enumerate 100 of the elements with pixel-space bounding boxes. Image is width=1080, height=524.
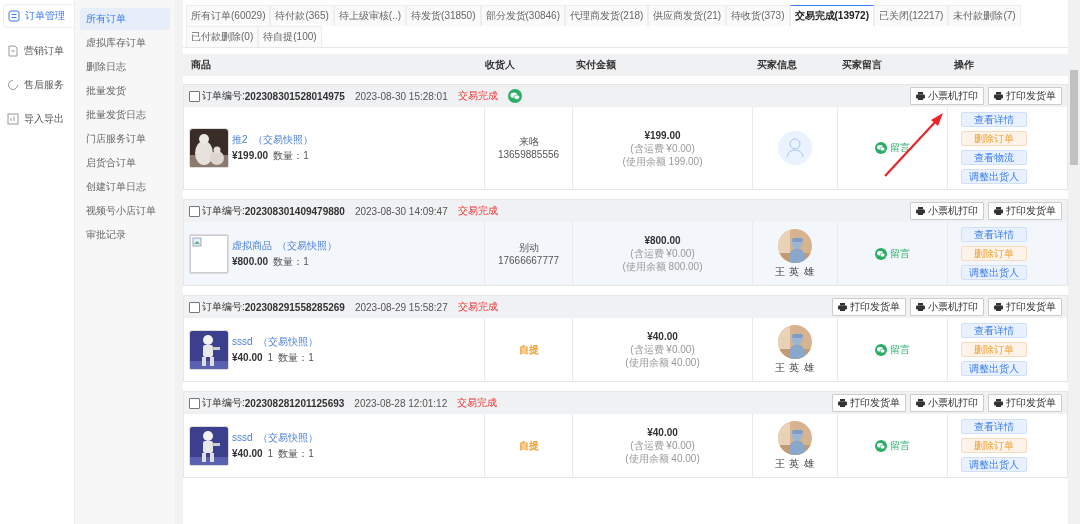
print-button[interactable]: 小票机打印 (910, 87, 984, 105)
tab[interactable]: 已关闭(12217) (873, 5, 949, 26)
action-button[interactable]: 查看详情 (960, 323, 1027, 338)
action-button[interactable]: 调整出货人 (960, 361, 1027, 376)
product-link[interactable]: 虚拟商品 (232, 238, 272, 253)
column-header: 实付金额 (575, 58, 617, 72)
tab[interactable]: 供应商发货(21) (648, 5, 727, 26)
print-button[interactable]: 打印发货单 (832, 298, 906, 316)
tab[interactable]: 待上级审核(..) (333, 5, 407, 26)
product-link[interactable]: sssd (232, 431, 253, 443)
printer-icon (994, 399, 1003, 407)
action-button[interactable]: 调整出货人 (960, 457, 1027, 472)
wechat-icon (875, 343, 887, 356)
print-button[interactable]: 打印发货单 (988, 298, 1062, 316)
submenu-item[interactable]: 启货合订单 (80, 152, 170, 174)
print-button[interactable]: 小票机打印 (910, 394, 984, 412)
order-time: 2023-08-30 14:09:47 (354, 205, 448, 217)
snapshot-link[interactable]: （交易快照） (257, 334, 318, 349)
product-quantity: 数量：1 (278, 350, 314, 365)
order-number: 202308281201125693 (244, 397, 345, 409)
submenu-item[interactable]: 审批记录 (80, 224, 170, 246)
scroll-thumb[interactable] (1070, 70, 1078, 165)
tab[interactable]: 待付款(365) (270, 5, 334, 26)
pickup-label: 自提 (518, 342, 539, 357)
message-link[interactable]: 留言 (875, 438, 910, 453)
tab[interactable]: 待收货(373) (726, 5, 790, 26)
sidebar-item[interactable]: 订单管理 (3, 4, 74, 28)
print-button[interactable]: 打印发货单 (988, 87, 1062, 105)
action-button[interactable]: 调整出货人 (960, 265, 1027, 280)
snapshot-link[interactable]: （交易快照） (277, 238, 337, 253)
print-button[interactable]: 小票机打印 (910, 298, 984, 316)
submenu-item[interactable]: 所有订单 (80, 8, 170, 30)
product-link[interactable]: 推2 (232, 133, 248, 147)
wechat-icon (875, 142, 887, 154)
checkbox[interactable] (189, 397, 200, 409)
tab[interactable]: 代理商发货(218) (565, 5, 649, 26)
amount-total: ¥199.00 (644, 128, 681, 142)
shipping-fee: (含运费 ¥0.00) (630, 247, 695, 260)
tab[interactable]: 交易完成(13972) (789, 5, 874, 26)
order-number: 202308301409479880 (244, 205, 345, 217)
printer-icon (838, 399, 847, 407)
user-icon (778, 131, 812, 165)
checkbox[interactable] (189, 205, 200, 217)
printer-icon (916, 303, 925, 311)
tab[interactable]: 所有订单(60029) (186, 5, 271, 26)
tab[interactable]: 已付款删除(0) (186, 26, 259, 47)
sidebar-item[interactable]: 营销订单 (3, 40, 74, 62)
sidebar-item[interactable]: 导入导出 (3, 108, 74, 130)
shipping-fee: (含运费 ¥0.00) (630, 343, 695, 356)
submenu-item[interactable]: 门店服务订单 (80, 128, 170, 150)
action-button[interactable]: 查看物流 (960, 150, 1027, 165)
tab[interactable]: 待自提(100) (258, 26, 322, 47)
column-header: 操作 (953, 58, 975, 72)
product-quantity: 数量：1 (278, 446, 314, 461)
action-button[interactable]: 查看详情 (960, 112, 1027, 127)
submenu-item[interactable]: 批量发货日志 (80, 104, 170, 126)
action-button[interactable]: 调整出货人 (960, 169, 1027, 184)
action-button[interactable]: 查看详情 (960, 227, 1027, 242)
action-button[interactable]: 查看详情 (960, 419, 1027, 434)
print-button[interactable]: 小票机打印 (910, 202, 984, 220)
submenu-item[interactable]: 虚拟库存订单 (80, 32, 170, 54)
sidebar-item[interactable]: 售后服务 (3, 74, 74, 96)
print-button[interactable]: 打印发货单 (832, 394, 906, 412)
receiver-name: 来咯 (518, 135, 539, 148)
printer-icon (916, 92, 925, 100)
order-time: 2023-08-30 15:28:01 (354, 90, 448, 102)
submenu-item[interactable]: 视频号小店订单 (80, 200, 170, 222)
column-header: 商品 (190, 58, 212, 72)
tab[interactable]: 待发货(31850) (406, 5, 481, 26)
print-button[interactable]: 打印发货单 (988, 394, 1062, 412)
order-number: 202308291558285269 (244, 301, 345, 313)
balance-used: (使用余额 40.00) (625, 356, 700, 369)
submenu-item[interactable]: 删除日志 (80, 56, 170, 78)
message-link[interactable]: 留言 (875, 342, 910, 357)
scrollbar[interactable] (1068, 0, 1080, 524)
receiver-phone: 13659885556 (497, 148, 560, 161)
submenu-item[interactable]: 批量发货 (80, 80, 170, 102)
checkbox[interactable] (189, 301, 200, 313)
printer-icon (916, 399, 925, 407)
snapshot-link[interactable]: （交易快照） (252, 133, 313, 147)
order-number-label: 订单编号: (202, 204, 245, 218)
printer-icon (994, 92, 1003, 100)
chart-icon (7, 113, 19, 125)
order-status: 交易完成 (457, 396, 498, 410)
product-quantity: 数量：1 (273, 254, 309, 269)
printer-icon (916, 207, 925, 215)
tab[interactable]: 未付款删除(7) (948, 5, 1021, 26)
printer-icon (838, 303, 847, 311)
amount-total: ¥40.00 (647, 330, 678, 343)
product-price: ¥40.00 (232, 351, 263, 363)
snapshot-link[interactable]: （交易快照） (257, 430, 318, 445)
printer-icon (994, 303, 1003, 311)
tab[interactable]: 部分发货(30846) (480, 5, 565, 26)
checkbox[interactable] (189, 90, 200, 102)
submenu-item[interactable]: 创建订单日志 (80, 176, 170, 198)
product-link[interactable]: sssd (232, 335, 253, 347)
print-button[interactable]: 打印发货单 (988, 202, 1062, 220)
product-price: ¥40.00 (232, 447, 263, 459)
column-header: 买家留言 (841, 58, 883, 72)
order-status: 交易完成 (457, 300, 498, 314)
